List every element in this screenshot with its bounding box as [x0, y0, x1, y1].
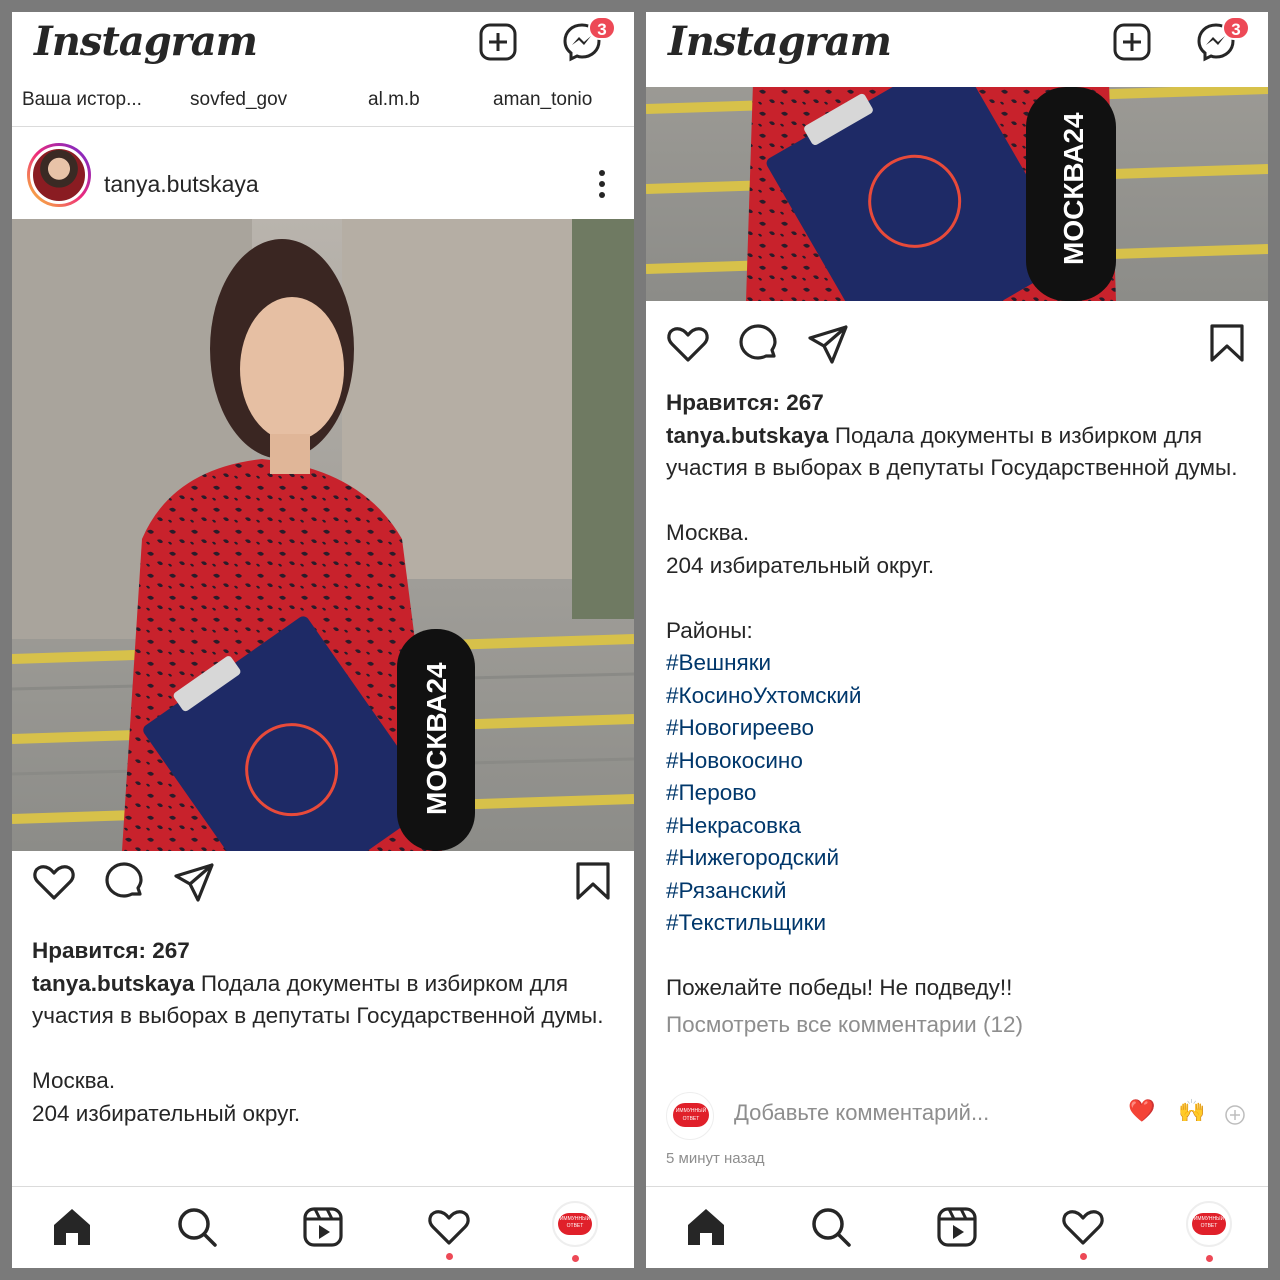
instagram-logo[interactable]: Instagram — [34, 18, 258, 65]
hashtag-link[interactable]: #Текстильщики — [666, 907, 1248, 940]
commenter-avatar[interactable]: ИММУННЫЙ ОТВЕТ — [666, 1092, 714, 1140]
plus-square-icon[interactable] — [478, 22, 518, 62]
right-screenshot: Instagram 3 МОСКВА24 Нравится: 267 tanya… — [646, 12, 1268, 1268]
hashtag-link[interactable]: #Рязанский — [666, 875, 1248, 908]
messenger-icon[interactable]: 3 — [562, 16, 616, 62]
home-icon[interactable] — [50, 1205, 94, 1249]
stories-tray: Ваша истор... sovfed_gov al.m.b aman_ton… — [12, 87, 634, 127]
author-username[interactable]: tanya.butskaya — [104, 171, 259, 198]
hashtag-link[interactable]: #Некрасовка — [666, 810, 1248, 843]
activity-dot — [446, 1253, 453, 1260]
raised-hands-emoji-button[interactable]: 🙌 — [1178, 1098, 1205, 1124]
mic-text: МОСКВА24 — [1058, 112, 1089, 265]
top-bar: Instagram 3 — [646, 12, 1268, 87]
heart-emoji-button[interactable]: ❤️ — [1128, 1098, 1155, 1124]
plus-square-icon[interactable] — [1112, 22, 1152, 62]
bottom-nav: ИММУННЫЙ ОТВЕТ — [646, 1186, 1268, 1268]
mic-text: МОСКВА24 — [421, 662, 452, 815]
comment-icon[interactable] — [736, 322, 780, 366]
add-emoji-icon[interactable] — [1224, 1104, 1246, 1126]
caption-username[interactable]: tanya.butskaya — [666, 423, 829, 448]
hashtag-link[interactable]: #Новокосино — [666, 745, 1248, 778]
messenger-icon[interactable]: 3 — [1196, 16, 1250, 62]
caption-wish: Пожелайте победы! Не подведу!! — [666, 975, 1013, 1000]
story-item[interactable]: Ваша истор... — [22, 89, 142, 111]
caption-district: 204 избирательный округ. — [32, 1100, 301, 1126]
reels-icon[interactable] — [301, 1205, 345, 1249]
heart-icon[interactable] — [32, 860, 76, 904]
post-caption: Нравится: 267 tanya.butskaya Подала доку… — [666, 387, 1248, 1041]
hashtag-link[interactable]: #Новогиреево — [666, 712, 1248, 745]
author-avatar[interactable] — [27, 143, 91, 207]
profile-avatar-icon[interactable]: ИММУННЫЙ ОТВЕТ — [1186, 1201, 1232, 1247]
profile-dot — [1206, 1255, 1213, 1262]
post-actions — [12, 860, 634, 920]
post-actions — [646, 322, 1268, 382]
profile-dot — [572, 1255, 579, 1262]
hashtag-link[interactable]: #Нижегородский — [666, 842, 1248, 875]
heart-icon[interactable] — [666, 322, 710, 366]
caption-city: Москва. — [32, 1068, 116, 1093]
hashtag-link[interactable]: #Вешняки — [666, 647, 1248, 680]
photo-scene: МОСКВА24 — [12, 219, 634, 851]
search-icon[interactable] — [809, 1205, 853, 1249]
caption-text: tanya.butskaya Подала документы в избирк… — [32, 968, 614, 1033]
hashtag-link[interactable]: #Перово — [666, 777, 1248, 810]
more-icon[interactable] — [598, 169, 606, 199]
post-caption: Нравится: 267 tanya.butskaya Подала доку… — [32, 935, 614, 1130]
likes-count[interactable]: Нравится: 267 — [32, 935, 614, 968]
top-bar: Instagram 3 — [12, 12, 634, 87]
post-photo[interactable]: МОСКВА24 — [12, 219, 634, 851]
activity-icon[interactable] — [427, 1205, 471, 1249]
caption-text: tanya.butskaya Подала документы в избирк… — [666, 420, 1248, 485]
add-comment-input[interactable]: Добавьте комментарий... — [734, 1100, 989, 1126]
hashtag-link[interactable]: #КосиноУхтомский — [666, 680, 1248, 713]
post-header: tanya.butskaya — [12, 129, 634, 219]
story-item[interactable]: sovfed_gov — [190, 89, 287, 111]
share-icon[interactable] — [172, 860, 216, 904]
reels-icon[interactable] — [935, 1205, 979, 1249]
profile-avatar-icon[interactable]: ИММУННЫЙ ОТВЕТ — [552, 1201, 598, 1247]
bottom-nav: ИММУННЫЙ ОТВЕТ — [12, 1186, 634, 1268]
activity-dot — [1080, 1253, 1087, 1260]
search-icon[interactable] — [175, 1205, 219, 1249]
likes-count[interactable]: Нравится: 267 — [666, 387, 1248, 420]
bookmark-icon[interactable] — [1206, 322, 1250, 366]
caption-regions-label: Районы: — [666, 617, 753, 643]
view-all-comments-link[interactable]: Посмотреть все комментарии (12) — [666, 1009, 1248, 1042]
post-photo[interactable]: МОСКВА24 — [646, 87, 1268, 301]
add-comment-row: ИММУННЫЙ ОТВЕТ Добавьте комментарий... ❤… — [666, 1092, 1248, 1142]
instagram-logo[interactable]: Instagram — [668, 18, 892, 65]
home-icon[interactable] — [684, 1205, 728, 1249]
comment-icon[interactable] — [102, 860, 146, 904]
left-screenshot: Instagram 3 Ваша истор... sovfed_gov al.… — [12, 12, 634, 1268]
caption-username[interactable]: tanya.butskaya — [32, 971, 195, 996]
post-timestamp: 5 минут назад — [666, 1150, 765, 1167]
photo-scene: МОСКВА24 — [646, 87, 1268, 301]
story-item[interactable]: al.m.b — [368, 89, 420, 111]
bookmark-icon[interactable] — [572, 860, 616, 904]
caption-city: Москва. — [666, 520, 750, 545]
story-item[interactable]: aman_tonio — [493, 89, 592, 111]
activity-icon[interactable] — [1061, 1205, 1105, 1249]
caption-district: 204 избирательный округ. — [666, 552, 935, 578]
share-icon[interactable] — [806, 322, 850, 366]
messages-badge: 3 — [588, 16, 616, 40]
messages-badge: 3 — [1222, 16, 1250, 40]
